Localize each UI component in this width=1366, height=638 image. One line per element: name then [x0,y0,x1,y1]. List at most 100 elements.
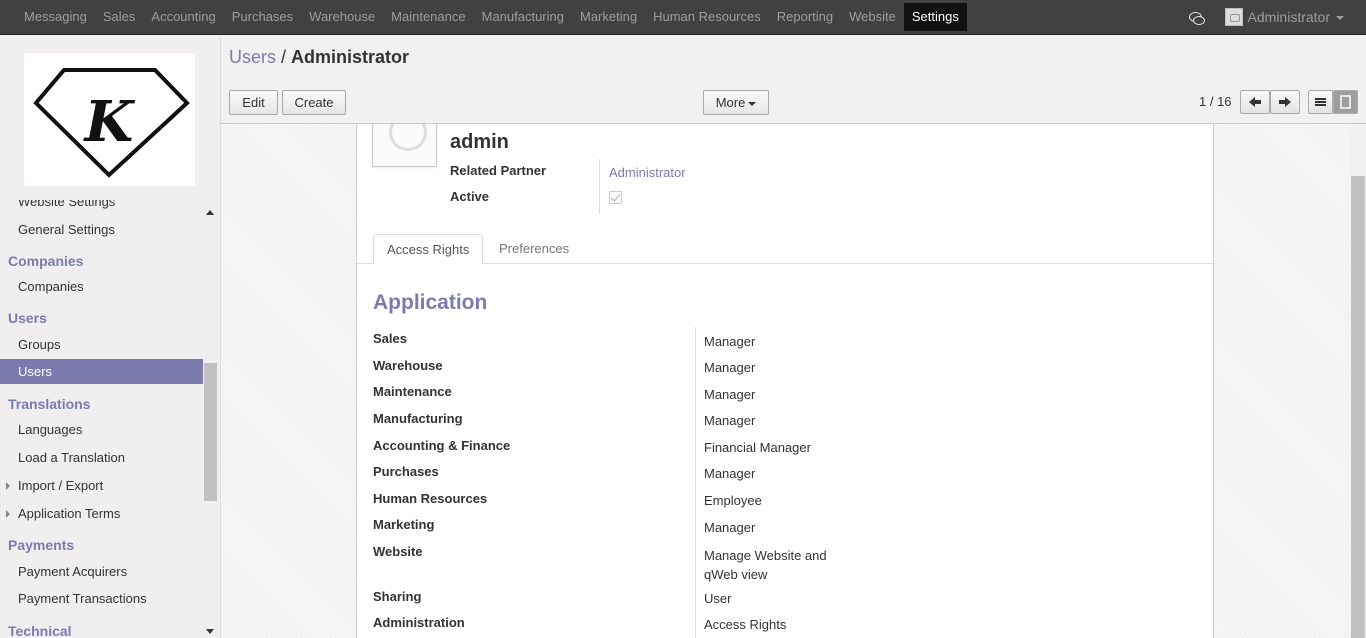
tab-preferences[interactable]: Preferences [486,234,582,265]
menu-warehouse[interactable]: Warehouse [301,0,383,34]
rights-label: Purchases [373,464,439,479]
menu-sales[interactable]: Sales [95,0,144,34]
expand-triangle-icon[interactable] [6,510,10,518]
svg-text:K: K [83,89,136,155]
sidebar-item-payment-transactions[interactable]: Payment Transactions [18,591,147,606]
user-area: Administrator [1188,0,1344,34]
sidebar-item-languages[interactable]: Languages [18,422,82,437]
active-checkbox[interactable] [609,191,622,204]
sidebar-heading-payments: Payments [8,537,75,553]
rights-value: Manager [704,466,756,481]
menu-settings[interactable]: Settings [903,3,967,31]
form-view-button[interactable] [1333,90,1358,114]
rights-label: Sales [373,331,407,346]
rights-value: Manager [704,520,756,535]
rights-label: Sharing [373,589,422,604]
rights-value: User [704,591,732,606]
menu-maintenance[interactable]: Maintenance [383,0,473,34]
form-icon [1340,95,1351,109]
rights-label: Warehouse [373,358,443,373]
field-separator [599,159,600,214]
menu-purchases[interactable]: Purchases [224,0,301,34]
sidebar-item-users[interactable]: Users [0,359,203,384]
list-view-button[interactable] [1308,90,1333,114]
breadcrumb-users-link[interactable]: Users [229,47,276,67]
rights-value: Access Rights [704,617,787,632]
sidebar-item-import-export[interactable]: Import / Export [18,478,103,493]
top-navbar: Messaging Sales Accounting Purchases War… [0,0,1366,35]
chat-icon[interactable] [1188,11,1205,25]
rights-value: Manage Website and qWeb view [704,548,827,582]
rights-value: Manager [704,413,756,428]
avatar[interactable] [1224,8,1243,26]
rights-label: Marketing [373,517,435,532]
pager-value[interactable]: 1 / 16 [1199,94,1232,109]
arrow-right-icon [1279,97,1291,107]
create-button[interactable]: Create [282,90,346,115]
sidebar-scrollbar[interactable] [203,203,218,638]
sidebar-item-payment-acquirers[interactable]: Payment Acquirers [18,564,127,579]
main-menu: Messaging Sales Accounting Purchases War… [16,0,967,34]
scroll-down-icon[interactable] [206,629,214,634]
rights-value: Employee [704,493,762,508]
user-name-label: Administrator [1247,9,1330,25]
related-partner-link[interactable]: Administrator [609,165,686,180]
sidebar-item-groups[interactable]: Groups [18,337,61,352]
field-separator [695,327,696,638]
rights-value: Financial Manager [704,440,811,455]
breadcrumb: Users / Administrator [229,47,409,68]
scroll-up-icon[interactable] [206,210,214,215]
menu-manufacturing[interactable]: Manufacturing [474,0,572,34]
related-partner-label: Related Partner [450,163,547,178]
sidebar-item-application-terms[interactable]: Application Terms [18,506,120,521]
main-scrollbar[interactable] [1350,124,1366,638]
menu-human-resources[interactable]: Human Resources [645,0,769,34]
menu-accounting[interactable]: Accounting [143,0,223,34]
notebook-tabs: Access Rights Preferences [357,234,1215,265]
rights-label: Human Resources [373,491,488,506]
main-scroll-thumb[interactable] [1351,176,1365,638]
rights-value: Manager [704,387,756,402]
expand-triangle-icon[interactable] [6,482,10,490]
sidebar-item-website-settings[interactable]: Website Settings [18,200,115,209]
pager-next-button[interactable] [1270,90,1300,114]
menu-reporting[interactable]: Reporting [769,0,841,34]
sidebar-menu: Website Settings General Settings Compan… [0,190,203,638]
tab-access-rights[interactable]: Access Rights [373,234,484,265]
rights-label: Manufacturing [373,411,463,426]
rights-label: Administration [373,615,465,630]
form-view-area: admin Related Partner Administrator Acti… [221,124,1350,638]
user-photo[interactable] [372,124,437,167]
active-label: Active [450,189,490,204]
rights-label: Accounting & Finance [373,438,511,453]
sidebar-heading-technical: Technical [8,623,72,638]
caret-down-icon [1336,16,1344,21]
user-login-name: admin [450,131,509,153]
menu-messaging[interactable]: Messaging [16,0,95,34]
user-menu[interactable]: Administrator [1248,9,1344,25]
more-label: More [715,95,746,110]
breadcrumb-current: Administrator [291,47,410,67]
rights-label: Website [373,544,423,559]
control-panel: Users / Administrator Edit Create More 1… [221,35,1366,124]
more-button[interactable]: More [703,90,769,115]
sidebar-heading-companies: Companies [8,253,84,269]
breadcrumb-separator: / [276,47,292,67]
sidebar-heading-translations: Translations [8,396,91,412]
sidebar-item-load-translation[interactable]: Load a Translation [18,450,125,465]
menu-website[interactable]: Website [841,0,904,34]
edit-button[interactable]: Edit [229,90,278,115]
rights-value: Manager [704,334,756,349]
rights-label: Maintenance [373,384,452,399]
arrow-left-icon [1249,97,1261,107]
pager-previous-button[interactable] [1240,90,1270,114]
sidebar-heading-users: Users [8,310,47,326]
sidebar-item-companies[interactable]: Companies [18,279,84,294]
sidebar-scroll-thumb[interactable] [204,363,217,501]
caret-down-icon [748,101,757,106]
form-sheet: admin Related Partner Administrator Acti… [356,124,1215,638]
section-title: Application [373,291,488,314]
company-logo[interactable]: K [24,53,195,186]
menu-marketing[interactable]: Marketing [572,0,645,34]
sidebar-item-general-settings[interactable]: General Settings [18,222,115,237]
